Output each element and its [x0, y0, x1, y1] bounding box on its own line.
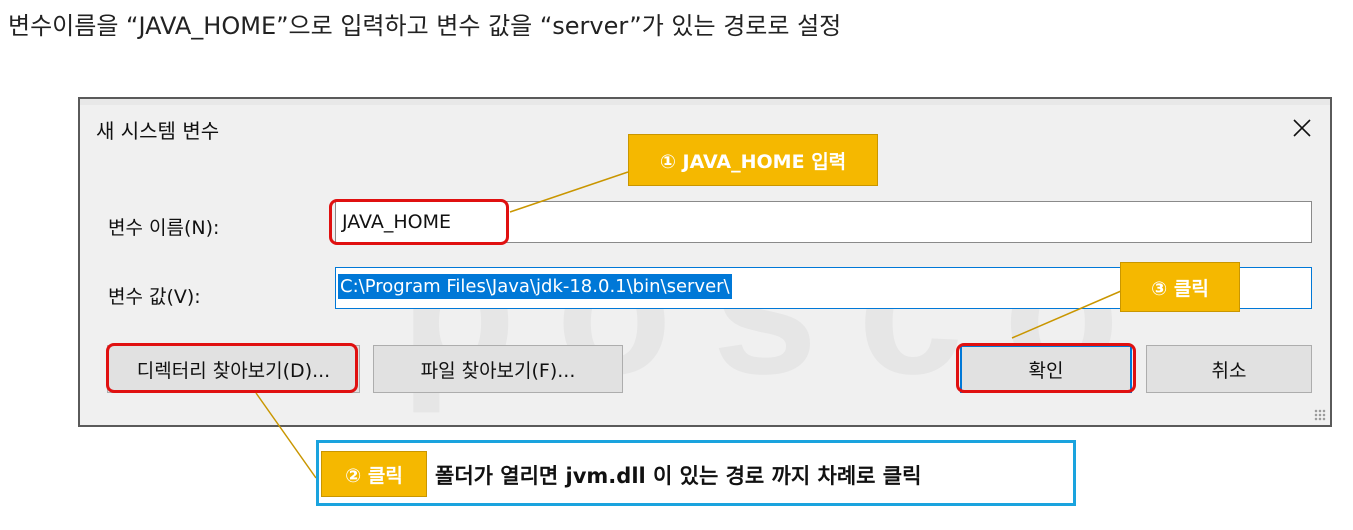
step1-callout: ① JAVA_HOME 입력: [628, 134, 878, 186]
instruction-note-box: ② 클릭 폴더가 열리면 jvm.dll 이 있는 경로 까지 차례로 클릭: [316, 440, 1076, 506]
instruction-note-text: 폴더가 열리면 jvm.dll 이 있는 경로 까지 차례로 클릭: [435, 464, 922, 488]
step3-callout: ③ 클릭: [1120, 262, 1240, 312]
step2-callout: ② 클릭: [321, 451, 427, 497]
